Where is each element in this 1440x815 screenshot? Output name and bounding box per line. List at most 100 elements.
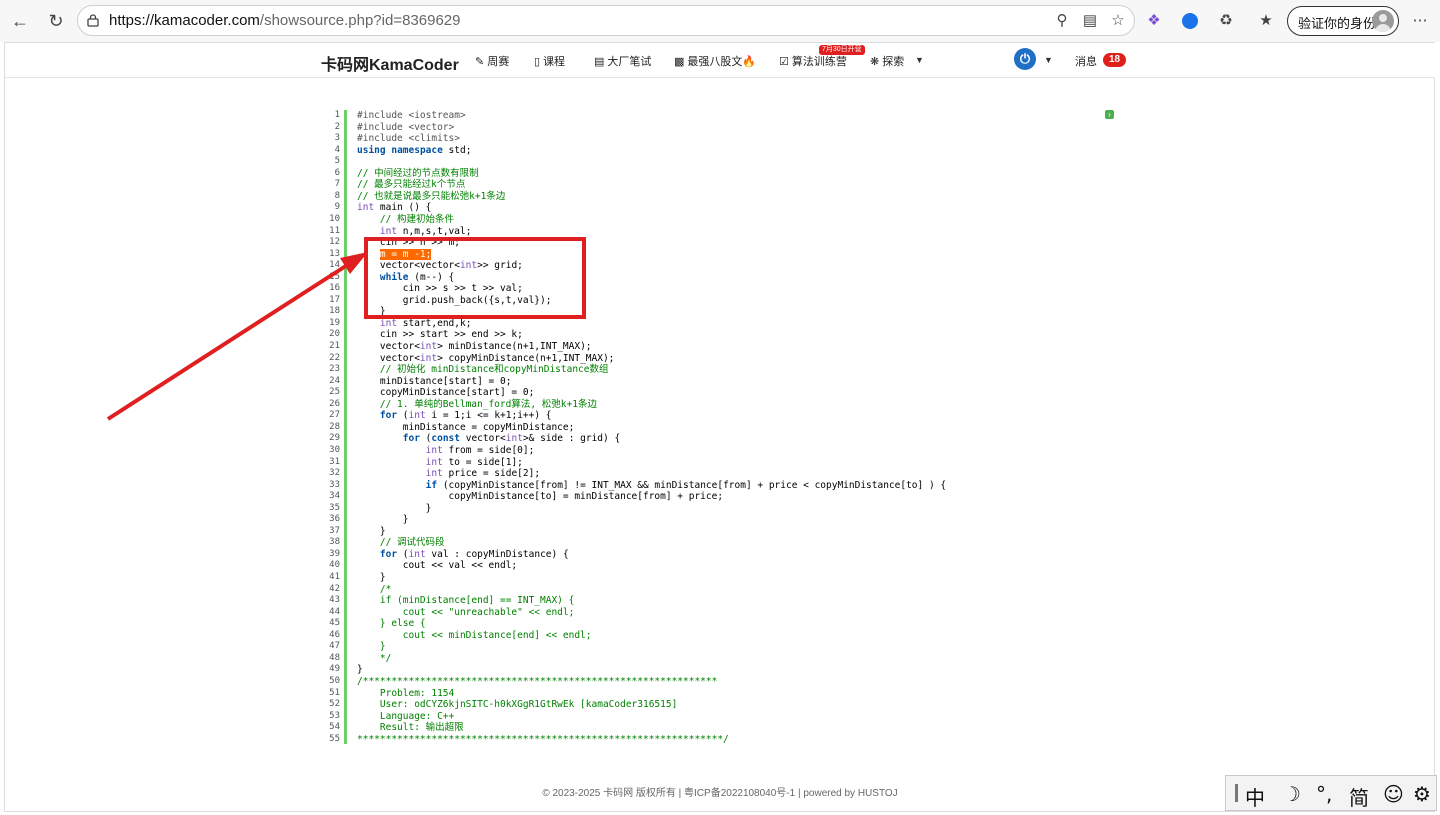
extensions-puzzle-icon[interactable]: ♻ [1216,11,1236,31]
browser-toolbar: ← ↻ https://kamacoder.com/showsource.php… [0,0,1440,42]
line-number: 49 [329,664,340,675]
avatar [1372,10,1394,32]
code-line: for (int i = 1;i <= k+1;i++) { [379,410,552,422]
code-line: // 最多只能经过k个节点 [357,179,466,191]
code-line: int price = side[2]; [425,468,541,480]
code-line: } else { [357,618,426,630]
line-number: 45 [329,618,340,629]
reload-icon[interactable]: ↻ [45,10,67,32]
code-line: } [357,514,409,526]
code-line: /* [357,583,392,595]
line-number: 39 [329,548,340,559]
code-line: // 1. 单纯的Bellman_ford算法, 松弛k+1条边 [379,398,597,410]
code-line: Problem: 1154 [357,687,455,699]
line-number: 32 [329,468,340,479]
emoji-icon[interactable]: ☺ [1383,782,1404,806]
address-bar[interactable]: https://kamacoder.com/showsource.php?id=… [77,5,1135,36]
line-number: 28 [329,421,340,432]
line-number: 7 [334,179,340,190]
messages-link[interactable]: 消息 [1075,53,1097,69]
line-number: 53 [329,710,340,721]
line-number: 29 [329,433,340,444]
line-number: 35 [329,502,340,513]
page-frame [4,42,1435,812]
extension-blue-icon[interactable] [1180,11,1200,31]
page-footer: © 2023-2025 卡码网 版权所有 | 粤ICP备2022108040号-… [542,788,898,799]
line-number: 5 [334,156,340,167]
copy-code-icon[interactable]: › [1105,110,1114,119]
copilot-icon[interactable]: ❖ [1144,11,1164,31]
line-number: 30 [329,444,340,455]
line-number: 40 [329,560,340,571]
code-line: cout << minDistance[end] << endl; [357,629,592,641]
code-line: vector<int> copyMinDistance(n+1,INT_MAX)… [357,352,615,364]
site-brand[interactable]: 卡码网KamaCoder [321,51,459,75]
line-number: 6 [334,167,340,178]
favorite-star-icon[interactable]: ☆ [1109,12,1127,30]
code-line: int main () { [357,202,432,214]
line-number: 13 [329,248,340,259]
ime-toolbar: 中 ☽ °, 简 ☺ ⚙ [1225,775,1437,811]
code-line: int from = side[0]; [425,444,535,456]
line-number: 51 [329,687,340,698]
gear-icon[interactable]: ⚙ [1413,782,1431,806]
more-menu-icon[interactable]: ⋯ [1410,11,1430,31]
ime-chinese-mode[interactable]: 中 [1245,782,1265,811]
chevron-down-icon[interactable]: ▼ [1044,55,1053,65]
nav-item-bagu[interactable]: ▩ 最强八股文🔥 [674,53,756,69]
line-number: 34 [329,491,340,502]
zoom-icon[interactable]: ⚲ [1053,12,1071,30]
code-line: // 也就是说最多只能松弛k+1条边 [357,190,506,202]
gutter-divider [344,110,347,744]
line-number: 46 [329,629,340,640]
code-line: // 调试代码段 [379,537,445,549]
favorites-icon[interactable]: ★ [1256,11,1276,31]
code-line: ****************************************… [357,733,729,745]
ime-simplified[interactable]: 简 [1349,782,1369,811]
code-line: } [357,572,386,583]
ime-drag-handle[interactable] [1235,784,1238,802]
line-number: 21 [329,341,340,351]
profile-button[interactable]: 验证你的身份 [1287,6,1399,36]
line-number: 41 [329,572,340,582]
pen-icon: ✎ [475,56,485,68]
compass-icon: ❋ [870,56,880,68]
line-number: 20 [329,329,340,340]
line-number: 33 [329,479,340,490]
code-line: cout << "unreachable" << endl; [357,606,575,618]
nav-item-exams[interactable]: ▤ 大厂笔试 [594,53,651,69]
line-number: 15 [329,271,340,282]
line-number: 37 [329,525,340,536]
nav-item-explore[interactable]: ❋ 探索 [870,53,904,69]
code-line: if (copyMinDistance[from] != INT_MAX && … [425,479,947,491]
nav-item-training[interactable]: ☑ 算法训练营 [779,53,847,69]
lock-icon [87,14,99,27]
code-line: int start,end,k; [379,317,472,329]
user-power-icon[interactable]: ⏻ [1014,48,1036,70]
line-number: 44 [329,606,340,617]
line-number: 26 [329,398,340,409]
line-number: 19 [329,317,340,328]
code-line: // 中间经过的节点数有限制 [357,167,479,179]
book-icon: ▯ [534,56,541,68]
code-line: } [357,641,386,653]
reader-icon[interactable]: ▤ [1081,12,1099,30]
line-number: 25 [329,387,340,398]
back-icon[interactable]: ← [9,10,31,32]
ime-punctuation[interactable]: °, [1316,782,1332,806]
line-number: 17 [329,294,340,305]
code-line: // 构建初始条件 [379,213,455,225]
line-number: 10 [329,213,340,224]
moon-icon[interactable]: ☽ [1283,782,1301,806]
line-number: 55 [329,733,340,744]
line-number: 18 [329,306,340,317]
line-number: 22 [329,352,340,363]
line-number: 14 [329,260,340,271]
annotation-highlight-box [364,237,586,319]
nav-item-weekly[interactable]: ✎ 周赛 [475,53,509,69]
line-number: 48 [329,652,340,663]
code-line: } [357,664,363,676]
line-number: 27 [329,410,340,421]
nav-item-courses[interactable]: ▯ 课程 [534,53,565,69]
code-line: #include <climits> [357,133,460,145]
